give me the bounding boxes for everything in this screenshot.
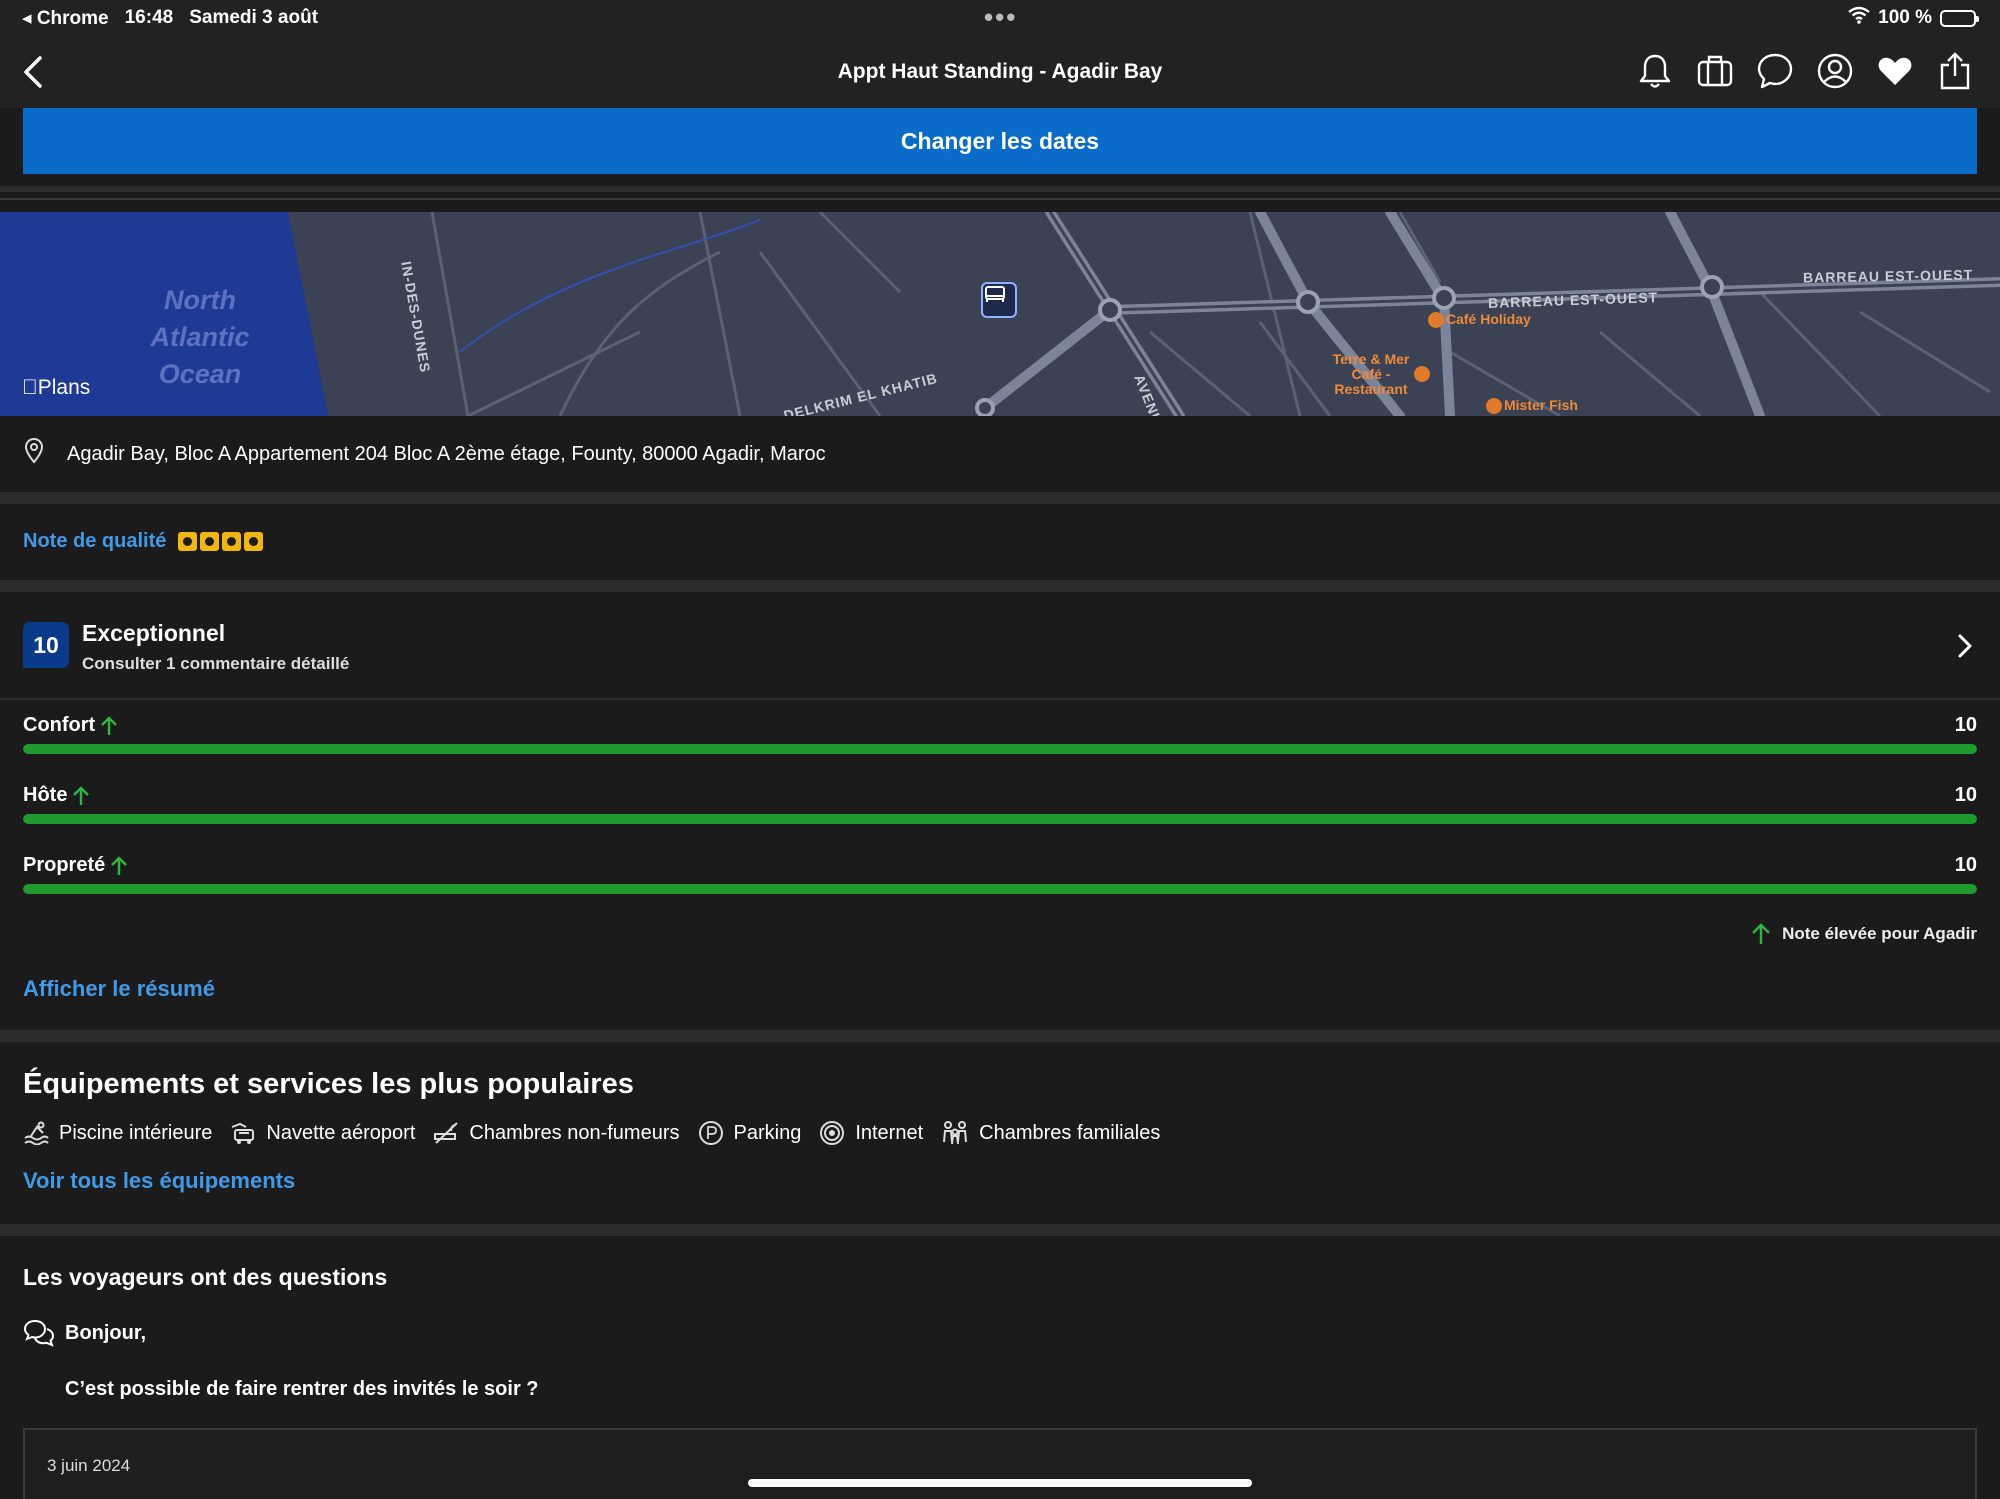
divider xyxy=(0,492,2000,504)
chat-bubbles-icon xyxy=(23,1319,55,1347)
battery-icon xyxy=(1940,9,1979,27)
shuttle-icon xyxy=(232,1122,255,1144)
divider xyxy=(0,198,2000,200)
poi-terre-mer[interactable]: Terre & Mer Café - Restaurant xyxy=(1330,352,1412,397)
wifi-icon xyxy=(820,1121,845,1145)
star-icon xyxy=(244,532,264,551)
address-text: Agadir Bay, Bloc A Appartement 204 Bloc … xyxy=(67,443,826,465)
amenity-item: Internet xyxy=(819,1120,923,1146)
chat-bubble-icon xyxy=(1757,53,1793,89)
arrow-up-icon xyxy=(101,715,118,735)
restaurant-icon xyxy=(1486,398,1502,415)
quality-rating[interactable]: Note de qualité xyxy=(23,530,264,553)
quality-stars xyxy=(178,532,264,551)
notifications-button[interactable] xyxy=(1634,50,1676,92)
score-value: 10 xyxy=(1954,854,1977,876)
amenity-item: Navette aéroport xyxy=(230,1121,415,1145)
location-map[interactable]: North Atlantic Ocean Plans IN-DES-DUNES… xyxy=(0,212,2000,416)
poi-cafe-holiday[interactable]: Café Holiday xyxy=(1428,312,1531,329)
divider xyxy=(0,698,2000,700)
back-to-app-link[interactable]: ◂ Chrome xyxy=(22,7,109,30)
score-category-label: Hôte xyxy=(23,784,68,806)
divider xyxy=(0,580,2000,592)
question-text: C’est possible de faire rentrer des invi… xyxy=(65,1378,539,1400)
star-icon xyxy=(178,532,198,551)
ocean-label: North Atlantic Ocean xyxy=(150,285,250,389)
score-value: 10 xyxy=(1954,714,1977,736)
answer-card[interactable]: 3 juin 2024 xyxy=(23,1428,1977,1499)
multitask-dots[interactable]: ••• xyxy=(984,2,1017,33)
score-bar xyxy=(23,744,1977,754)
arrow-up-icon xyxy=(1752,923,1770,944)
cafe-icon xyxy=(1428,312,1444,329)
messages-button[interactable] xyxy=(1754,50,1796,92)
show-summary-link[interactable]: Afficher le résumé xyxy=(23,976,215,1002)
poi-mister-fish[interactable]: Mister Fish xyxy=(1486,398,1578,415)
amenities-list: Piscine intérieure Navette aéroport Cham… xyxy=(23,1120,1160,1146)
divider xyxy=(0,1224,2000,1236)
home-indicator[interactable] xyxy=(748,1479,1252,1487)
score-category-label: Confort xyxy=(23,714,96,736)
questions-title: Les voyageurs ont des questions xyxy=(23,1264,388,1290)
no-smoking-icon xyxy=(434,1122,459,1144)
favorite-button[interactable] xyxy=(1874,50,1916,92)
share-icon xyxy=(1940,52,1970,90)
divider xyxy=(0,1030,2000,1042)
account-icon xyxy=(1817,53,1853,89)
high-score-note: Note élevée pour Agadir xyxy=(1750,922,1977,946)
pool-icon xyxy=(24,1121,49,1145)
status-date: Samedi 3 août xyxy=(189,7,319,28)
chevron-right-icon xyxy=(1956,632,1974,665)
bed-icon xyxy=(985,286,1005,302)
bell-icon xyxy=(1639,54,1671,88)
rating-label: Exceptionnel xyxy=(82,620,226,646)
status-bar: ◂ Chrome 16:48 Samedi 3 août ••• 100 % xyxy=(0,0,2000,36)
location-pin-icon xyxy=(24,437,44,469)
score-bar xyxy=(23,884,1977,894)
arrow-up-icon xyxy=(73,785,90,805)
review-count-link[interactable]: Consulter 1 commentaire détaillé xyxy=(82,654,349,674)
score-badge: 10 xyxy=(23,622,69,668)
heart-icon xyxy=(1878,57,1912,85)
apple-logo-icon:  xyxy=(22,376,38,399)
restaurant-icon xyxy=(1414,366,1432,383)
battery-percent: 100 % xyxy=(1878,7,1932,28)
amenity-item: Parking xyxy=(698,1120,801,1146)
account-button[interactable] xyxy=(1814,50,1856,92)
score-category-label: Propreté xyxy=(23,854,106,876)
wifi-icon xyxy=(1848,6,1870,30)
star-icon xyxy=(200,532,220,551)
family-icon xyxy=(943,1121,968,1145)
question-greeting: Bonjour, xyxy=(23,1318,146,1348)
amenity-item: Chambres non-fumeurs xyxy=(433,1121,680,1145)
street-label: BARREAU EST-OUEST xyxy=(1802,266,1974,286)
quality-label[interactable]: Note de qualité xyxy=(23,530,166,553)
change-dates-button[interactable]: Changer les dates xyxy=(23,108,1977,174)
apple-plans-logo: Plans xyxy=(22,376,90,399)
share-button[interactable] xyxy=(1934,50,1976,92)
parking-icon xyxy=(698,1121,723,1145)
nav-bar: Appt Haut Standing - Agadir Bay xyxy=(0,36,2000,108)
arrow-up-icon xyxy=(111,855,128,875)
review-summary-row[interactable]: 10 Exceptionnel Consulter 1 commentaire … xyxy=(0,592,2000,700)
hotel-pin[interactable] xyxy=(981,282,1017,318)
amenity-item: Piscine intérieure xyxy=(23,1121,212,1145)
star-icon xyxy=(222,532,242,551)
see-all-amenities-link[interactable]: Voir tous les équipements xyxy=(23,1168,295,1194)
score-bar xyxy=(23,814,1977,824)
address-row[interactable]: Agadir Bay, Bloc A Appartement 204 Bloc … xyxy=(0,416,2000,492)
suitcase-icon xyxy=(1697,55,1733,87)
amenity-item: Chambres familiales xyxy=(941,1120,1160,1146)
answer-date: 3 juin 2024 xyxy=(47,1456,131,1475)
amenities-title: Équipements et services les plus populai… xyxy=(23,1068,634,1100)
trips-button[interactable] xyxy=(1694,50,1736,92)
clock: 16:48 xyxy=(124,7,174,28)
divider xyxy=(0,186,2000,192)
score-value: 10 xyxy=(1954,784,1977,806)
